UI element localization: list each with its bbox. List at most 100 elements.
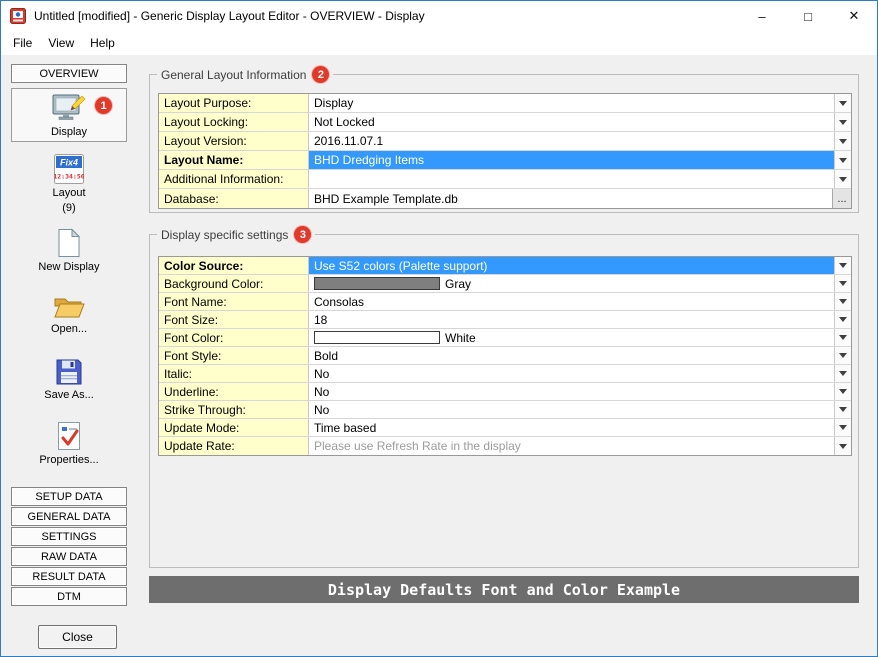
row-value-text: Use S52 colors (Palette support) xyxy=(314,259,487,273)
menu-item-view[interactable]: View xyxy=(40,32,82,54)
minimize-button[interactable]: – xyxy=(739,1,785,31)
setting-row: Update Mode:Time based xyxy=(159,419,851,437)
general-layout-legend: General Layout Information 2 xyxy=(157,66,333,83)
close-button[interactable]: Close xyxy=(38,625,117,649)
tool-label-layout: Layout xyxy=(52,187,85,199)
row-value-field[interactable]: BHD Dredging Items xyxy=(309,151,834,169)
row-value-text: Not Locked xyxy=(314,115,375,129)
save-floppy-icon xyxy=(55,358,83,386)
row-value-field[interactable]: Consolas xyxy=(309,293,834,310)
title-bar: Untitled [modified] - Generic Display La… xyxy=(1,1,877,31)
setting-row: Layout Version:2016.11.07.1 xyxy=(159,132,851,151)
color-swatch xyxy=(314,277,440,290)
sidebar-item-result-data[interactable]: RESULT DATA xyxy=(11,567,127,586)
dropdown-arrow-icon[interactable] xyxy=(834,170,851,188)
display-settings-table: Color Source:Use S52 colors (Palette sup… xyxy=(158,256,852,456)
app-icon xyxy=(10,8,26,24)
row-value-field[interactable]: Please use Refresh Rate in the display xyxy=(309,437,834,455)
setting-row: Strike Through:No xyxy=(159,401,851,419)
sidebar-tool-properties[interactable]: Properties... xyxy=(11,418,127,474)
dropdown-arrow-icon[interactable] xyxy=(834,113,851,131)
row-value-field[interactable]: Not Locked xyxy=(309,113,834,131)
browse-button[interactable]: ... xyxy=(832,189,851,208)
sidebar-item-settings[interactable]: SETTINGS xyxy=(11,527,127,546)
row-label: Layout Purpose: xyxy=(159,94,309,112)
dropdown-arrow-icon[interactable] xyxy=(834,419,851,436)
sidebar-tool-display[interactable]: Display 1 xyxy=(11,88,127,142)
tool-label-display: Display xyxy=(51,126,87,138)
sidebar-sections: SETUP DATAGENERAL DATASETTINGSRAW DATARE… xyxy=(11,487,127,607)
app-window: Untitled [modified] - Generic Display La… xyxy=(0,0,878,657)
dropdown-arrow-icon[interactable] xyxy=(834,311,851,328)
tool-label-open: Open... xyxy=(51,323,87,335)
dropdown-arrow-icon[interactable] xyxy=(834,132,851,150)
setting-row: Database: BHD Example Template.db... xyxy=(159,189,851,208)
row-value-field[interactable] xyxy=(309,170,834,188)
svg-text:12:34:56: 12:34:56 xyxy=(54,173,84,181)
groupbox-title: General Layout Information xyxy=(161,68,306,82)
row-value-field[interactable]: BHD Example Template.db xyxy=(309,189,832,208)
sidebar-tool-open[interactable]: Open... xyxy=(11,291,127,345)
row-label: Database: xyxy=(159,189,309,208)
sidebar-item-overview[interactable]: OVERVIEW xyxy=(11,64,127,83)
setting-row: Layout Locking:Not Locked xyxy=(159,113,851,132)
window-controls: – □ ✕ xyxy=(739,1,877,31)
row-label: Update Mode: xyxy=(159,419,309,436)
row-value-field[interactable]: No xyxy=(309,365,834,382)
dropdown-arrow-icon[interactable] xyxy=(834,365,851,382)
sidebar-tool-save-as[interactable]: Save As... xyxy=(11,355,127,409)
maximize-button[interactable]: □ xyxy=(785,1,831,31)
dropdown-arrow-icon[interactable] xyxy=(834,437,851,455)
display-settings-groupbox: Display specific settings 3 Color Source… xyxy=(149,234,859,568)
dropdown-arrow-icon[interactable] xyxy=(834,257,851,274)
row-label: Strike Through: xyxy=(159,401,309,418)
row-label: Layout Version: xyxy=(159,132,309,150)
dropdown-arrow-icon[interactable] xyxy=(834,275,851,292)
annotation-badge-2: 2 xyxy=(312,66,329,83)
row-value-field[interactable]: Use S52 colors (Palette support) xyxy=(309,257,834,274)
new-document-icon xyxy=(57,228,81,258)
general-layout-table: Layout Purpose:DisplayLayout Locking:Not… xyxy=(158,93,852,209)
tool-label-save-as: Save As... xyxy=(44,389,94,401)
tool-label-properties: Properties... xyxy=(39,454,98,466)
sidebar-item-raw-data[interactable]: RAW DATA xyxy=(11,547,127,566)
row-value-field[interactable]: Display xyxy=(309,94,834,112)
menu-item-help[interactable]: Help xyxy=(82,32,123,54)
dropdown-arrow-icon[interactable] xyxy=(834,151,851,169)
row-value-field[interactable]: No xyxy=(309,401,834,418)
properties-checklist-icon xyxy=(56,421,82,451)
row-value-field[interactable]: No xyxy=(309,383,834,400)
row-label: Additional Information: xyxy=(159,170,309,188)
row-value-text: BHD Example Template.db xyxy=(314,192,458,206)
display-settings-legend: Display specific settings 3 xyxy=(157,226,315,243)
annotation-badge-1: 1 xyxy=(95,97,112,114)
dropdown-arrow-icon[interactable] xyxy=(834,401,851,418)
row-label: Background Color: xyxy=(159,275,309,292)
setting-row: Font Style:Bold xyxy=(159,347,851,365)
dropdown-arrow-icon[interactable] xyxy=(834,94,851,112)
close-window-button[interactable]: ✕ xyxy=(831,1,877,31)
row-value-text: 18 xyxy=(314,313,327,327)
dropdown-arrow-icon[interactable] xyxy=(834,383,851,400)
row-value-text: Please use Refresh Rate in the display xyxy=(314,439,521,453)
dropdown-arrow-icon[interactable] xyxy=(834,329,851,346)
row-value-field[interactable]: Time based xyxy=(309,419,834,436)
row-value-field[interactable]: 18 xyxy=(309,311,834,328)
dropdown-arrow-icon[interactable] xyxy=(834,347,851,364)
annotation-badge-3: 3 xyxy=(294,226,311,243)
sidebar-tool-new-display[interactable]: New Display xyxy=(11,225,127,279)
sidebar-item-dtm[interactable]: DTM xyxy=(11,587,127,606)
row-label: Font Color: xyxy=(159,329,309,346)
sidebar-item-general-data[interactable]: GENERAL DATA xyxy=(11,507,127,526)
row-value-text: No xyxy=(314,385,329,399)
sidebar-tool-layout[interactable]: Fix4 12:34:56 Layout (9) xyxy=(11,151,127,213)
setting-row: Font Size:18 xyxy=(159,311,851,329)
menu-item-file[interactable]: File xyxy=(5,32,40,54)
row-value-field[interactable]: 2016.11.07.1 xyxy=(309,132,834,150)
row-value-field[interactable]: White xyxy=(309,329,834,346)
dropdown-arrow-icon[interactable] xyxy=(834,293,851,310)
row-value-field[interactable]: Gray xyxy=(309,275,834,292)
setting-row: Font Name:Consolas xyxy=(159,293,851,311)
row-value-field[interactable]: Bold xyxy=(309,347,834,364)
sidebar-item-setup-data[interactable]: SETUP DATA xyxy=(11,487,127,506)
